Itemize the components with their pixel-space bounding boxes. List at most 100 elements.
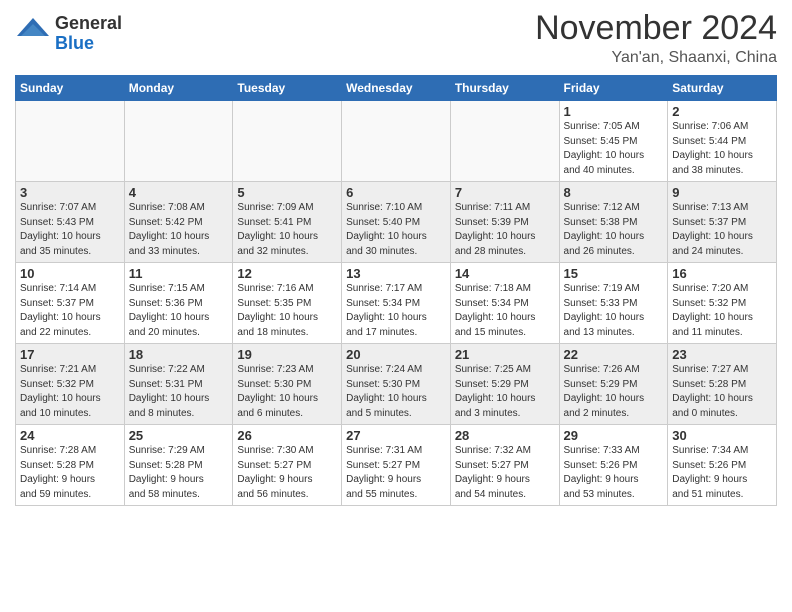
- day-cell: 15Sunrise: 7:19 AM Sunset: 5:33 PM Dayli…: [559, 263, 668, 344]
- day-info: Sunrise: 7:06 AM Sunset: 5:44 PM Dayligh…: [672, 120, 772, 178]
- day-info: Sunrise: 7:29 AM Sunset: 5:28 PM Dayligh…: [129, 444, 229, 502]
- day-info: Sunrise: 7:12 AM Sunset: 5:38 PM Dayligh…: [564, 201, 664, 259]
- day-number: 13: [346, 266, 446, 281]
- day-cell: 16Sunrise: 7:20 AM Sunset: 5:32 PM Dayli…: [668, 263, 777, 344]
- day-number: 12: [237, 266, 337, 281]
- day-cell: 5Sunrise: 7:09 AM Sunset: 5:41 PM Daylig…: [233, 182, 342, 263]
- title-block: November 2024 Yan'an, Shaanxi, China: [535, 10, 777, 67]
- day-info: Sunrise: 7:22 AM Sunset: 5:31 PM Dayligh…: [129, 363, 229, 421]
- month-title: November 2024: [535, 10, 777, 47]
- day-info: Sunrise: 7:05 AM Sunset: 5:45 PM Dayligh…: [564, 120, 664, 178]
- day-number: 25: [129, 428, 229, 443]
- day-info: Sunrise: 7:33 AM Sunset: 5:26 PM Dayligh…: [564, 444, 664, 502]
- day-info: Sunrise: 7:27 AM Sunset: 5:28 PM Dayligh…: [672, 363, 772, 421]
- day-number: 28: [455, 428, 555, 443]
- location: Yan'an, Shaanxi, China: [535, 49, 777, 67]
- week-row-5: 24Sunrise: 7:28 AM Sunset: 5:28 PM Dayli…: [16, 425, 777, 506]
- day-number: 3: [20, 185, 120, 200]
- week-row-4: 17Sunrise: 7:21 AM Sunset: 5:32 PM Dayli…: [16, 344, 777, 425]
- day-cell: [124, 101, 233, 182]
- day-cell: 2Sunrise: 7:06 AM Sunset: 5:44 PM Daylig…: [668, 101, 777, 182]
- header-row: Sunday Monday Tuesday Wednesday Thursday…: [16, 76, 777, 101]
- logo-blue: Blue: [55, 34, 122, 54]
- day-number: 7: [455, 185, 555, 200]
- logo-icon: [15, 16, 51, 52]
- col-tuesday: Tuesday: [233, 76, 342, 101]
- col-thursday: Thursday: [450, 76, 559, 101]
- day-info: Sunrise: 7:34 AM Sunset: 5:26 PM Dayligh…: [672, 444, 772, 502]
- day-cell: 14Sunrise: 7:18 AM Sunset: 5:34 PM Dayli…: [450, 263, 559, 344]
- day-info: Sunrise: 7:10 AM Sunset: 5:40 PM Dayligh…: [346, 201, 446, 259]
- day-cell: 3Sunrise: 7:07 AM Sunset: 5:43 PM Daylig…: [16, 182, 125, 263]
- day-cell: 23Sunrise: 7:27 AM Sunset: 5:28 PM Dayli…: [668, 344, 777, 425]
- day-number: 29: [564, 428, 664, 443]
- day-number: 9: [672, 185, 772, 200]
- day-number: 30: [672, 428, 772, 443]
- calendar-container: General Blue November 2024 Yan'an, Shaan…: [0, 0, 792, 516]
- day-cell: 24Sunrise: 7:28 AM Sunset: 5:28 PM Dayli…: [16, 425, 125, 506]
- day-cell: 28Sunrise: 7:32 AM Sunset: 5:27 PM Dayli…: [450, 425, 559, 506]
- day-number: 16: [672, 266, 772, 281]
- day-number: 17: [20, 347, 120, 362]
- day-cell: 10Sunrise: 7:14 AM Sunset: 5:37 PM Dayli…: [16, 263, 125, 344]
- day-info: Sunrise: 7:30 AM Sunset: 5:27 PM Dayligh…: [237, 444, 337, 502]
- col-wednesday: Wednesday: [342, 76, 451, 101]
- day-number: 18: [129, 347, 229, 362]
- day-info: Sunrise: 7:14 AM Sunset: 5:37 PM Dayligh…: [20, 282, 120, 340]
- day-cell: 4Sunrise: 7:08 AM Sunset: 5:42 PM Daylig…: [124, 182, 233, 263]
- header: General Blue November 2024 Yan'an, Shaan…: [15, 10, 777, 67]
- col-friday: Friday: [559, 76, 668, 101]
- day-cell: 29Sunrise: 7:33 AM Sunset: 5:26 PM Dayli…: [559, 425, 668, 506]
- day-info: Sunrise: 7:09 AM Sunset: 5:41 PM Dayligh…: [237, 201, 337, 259]
- day-number: 27: [346, 428, 446, 443]
- col-monday: Monday: [124, 76, 233, 101]
- day-cell: 7Sunrise: 7:11 AM Sunset: 5:39 PM Daylig…: [450, 182, 559, 263]
- day-cell: 30Sunrise: 7:34 AM Sunset: 5:26 PM Dayli…: [668, 425, 777, 506]
- day-info: Sunrise: 7:07 AM Sunset: 5:43 PM Dayligh…: [20, 201, 120, 259]
- day-cell: 19Sunrise: 7:23 AM Sunset: 5:30 PM Dayli…: [233, 344, 342, 425]
- day-cell: 9Sunrise: 7:13 AM Sunset: 5:37 PM Daylig…: [668, 182, 777, 263]
- day-number: 19: [237, 347, 337, 362]
- day-number: 2: [672, 104, 772, 119]
- day-info: Sunrise: 7:16 AM Sunset: 5:35 PM Dayligh…: [237, 282, 337, 340]
- day-number: 23: [672, 347, 772, 362]
- day-info: Sunrise: 7:18 AM Sunset: 5:34 PM Dayligh…: [455, 282, 555, 340]
- day-cell: 20Sunrise: 7:24 AM Sunset: 5:30 PM Dayli…: [342, 344, 451, 425]
- day-cell: 18Sunrise: 7:22 AM Sunset: 5:31 PM Dayli…: [124, 344, 233, 425]
- week-row-3: 10Sunrise: 7:14 AM Sunset: 5:37 PM Dayli…: [16, 263, 777, 344]
- day-cell: 1Sunrise: 7:05 AM Sunset: 5:45 PM Daylig…: [559, 101, 668, 182]
- day-number: 15: [564, 266, 664, 281]
- day-info: Sunrise: 7:32 AM Sunset: 5:27 PM Dayligh…: [455, 444, 555, 502]
- day-cell: 8Sunrise: 7:12 AM Sunset: 5:38 PM Daylig…: [559, 182, 668, 263]
- day-cell: 12Sunrise: 7:16 AM Sunset: 5:35 PM Dayli…: [233, 263, 342, 344]
- day-cell: 25Sunrise: 7:29 AM Sunset: 5:28 PM Dayli…: [124, 425, 233, 506]
- day-info: Sunrise: 7:11 AM Sunset: 5:39 PM Dayligh…: [455, 201, 555, 259]
- day-info: Sunrise: 7:19 AM Sunset: 5:33 PM Dayligh…: [564, 282, 664, 340]
- day-number: 6: [346, 185, 446, 200]
- day-cell: 13Sunrise: 7:17 AM Sunset: 5:34 PM Dayli…: [342, 263, 451, 344]
- day-info: Sunrise: 7:20 AM Sunset: 5:32 PM Dayligh…: [672, 282, 772, 340]
- day-number: 20: [346, 347, 446, 362]
- day-info: Sunrise: 7:13 AM Sunset: 5:37 PM Dayligh…: [672, 201, 772, 259]
- day-number: 21: [455, 347, 555, 362]
- day-cell: 26Sunrise: 7:30 AM Sunset: 5:27 PM Dayli…: [233, 425, 342, 506]
- day-number: 11: [129, 266, 229, 281]
- day-cell: [233, 101, 342, 182]
- day-number: 10: [20, 266, 120, 281]
- day-info: Sunrise: 7:26 AM Sunset: 5:29 PM Dayligh…: [564, 363, 664, 421]
- day-number: 4: [129, 185, 229, 200]
- day-number: 8: [564, 185, 664, 200]
- col-sunday: Sunday: [16, 76, 125, 101]
- day-number: 26: [237, 428, 337, 443]
- day-info: Sunrise: 7:25 AM Sunset: 5:29 PM Dayligh…: [455, 363, 555, 421]
- day-cell: 27Sunrise: 7:31 AM Sunset: 5:27 PM Dayli…: [342, 425, 451, 506]
- day-info: Sunrise: 7:31 AM Sunset: 5:27 PM Dayligh…: [346, 444, 446, 502]
- logo: General Blue: [15, 14, 122, 54]
- day-cell: 6Sunrise: 7:10 AM Sunset: 5:40 PM Daylig…: [342, 182, 451, 263]
- day-info: Sunrise: 7:21 AM Sunset: 5:32 PM Dayligh…: [20, 363, 120, 421]
- day-cell: [450, 101, 559, 182]
- day-info: Sunrise: 7:15 AM Sunset: 5:36 PM Dayligh…: [129, 282, 229, 340]
- day-info: Sunrise: 7:23 AM Sunset: 5:30 PM Dayligh…: [237, 363, 337, 421]
- week-row-1: 1Sunrise: 7:05 AM Sunset: 5:45 PM Daylig…: [16, 101, 777, 182]
- day-cell: [16, 101, 125, 182]
